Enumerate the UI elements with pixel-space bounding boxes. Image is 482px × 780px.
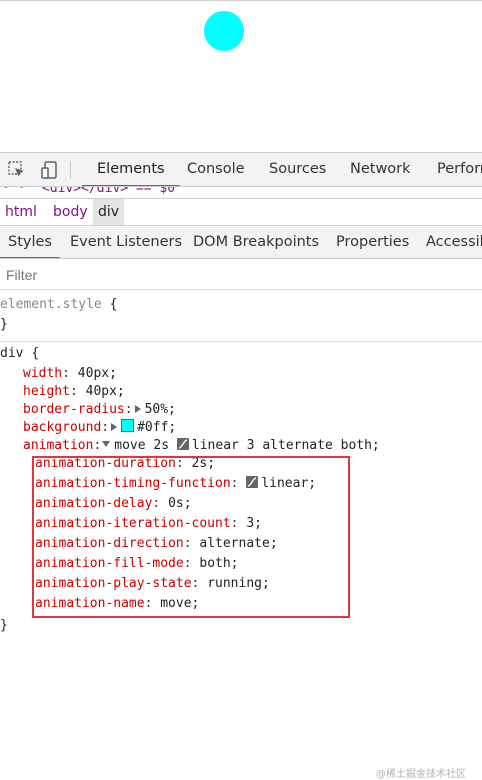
- declaration-animation[interactable]: animation: move 2s linear 3 alternate bot…: [23, 436, 380, 456]
- filter-input[interactable]: [0, 263, 478, 286]
- declaration-border-radius[interactable]: border-radius: 50%;: [23, 400, 176, 420]
- tab-console[interactable]: Console: [172, 153, 260, 186]
- tab-properties[interactable]: Properties: [328, 227, 417, 258]
- page-viewport: [0, 0, 482, 152]
- element-style-selector: element.style: [0, 297, 102, 312]
- tab-sources[interactable]: Sources: [254, 153, 341, 186]
- div-rule-header: div {: [0, 346, 40, 361]
- breadcrumb-div[interactable]: div: [93, 199, 125, 225]
- inspect-element-icon[interactable]: [7, 160, 27, 180]
- expand-triangle-icon[interactable]: [134, 405, 141, 413]
- dom-ellipsis: • •: [2, 187, 26, 195]
- tab-network[interactable]: Network: [335, 153, 426, 186]
- styles-sidebar-tabs: Styles Event Listeners DOM Breakpoints P…: [0, 227, 482, 259]
- selected-dom-node[interactable]: <div></div> == $0: [42, 187, 175, 196]
- devtools-panel: Elements Console Sources Network Perform…: [0, 152, 482, 780]
- tab-performance[interactable]: Performance: [422, 153, 482, 186]
- declaration-background[interactable]: background: #0ff;: [23, 418, 176, 438]
- element-style-rule: element.style { }: [0, 291, 482, 342]
- highlight-annotation-box: [32, 456, 350, 618]
- div-rule-close: }: [0, 618, 8, 633]
- tab-styles[interactable]: Styles: [0, 227, 60, 258]
- easing-editor-icon[interactable]: [176, 438, 189, 450]
- toolbar-separator: [70, 161, 71, 179]
- tab-event-listeners[interactable]: Event Listeners: [62, 227, 190, 258]
- device-toolbar-icon[interactable]: [40, 160, 60, 180]
- color-swatch-icon[interactable]: [121, 419, 135, 432]
- tab-elements[interactable]: Elements: [82, 153, 180, 186]
- animated-circle: [204, 11, 244, 51]
- declaration-width[interactable]: width: 40px;: [23, 364, 117, 384]
- breadcrumb-body[interactable]: body: [48, 199, 93, 225]
- element-style-header: element.style {: [0, 297, 118, 312]
- breadcrumb: html body div: [0, 198, 482, 226]
- breadcrumb-html[interactable]: html: [0, 199, 42, 225]
- tab-accessibility[interactable]: Accessibility: [418, 227, 482, 258]
- element-style-close: }: [0, 317, 8, 332]
- expand-triangle-icon[interactable]: [111, 423, 118, 431]
- styles-filter-bar: [0, 260, 482, 290]
- devtools-main-toolbar: Elements Console Sources Network Perform…: [0, 152, 482, 187]
- collapse-triangle-icon[interactable]: [102, 441, 111, 447]
- dom-tree-peek: • • <div></div> == $0: [0, 187, 482, 196]
- declaration-height[interactable]: height: 40px;: [23, 382, 125, 402]
- tab-dom-breakpoints[interactable]: DOM Breakpoints: [185, 227, 327, 258]
- div-selector[interactable]: div: [0, 346, 23, 361]
- watermark: @稀土掘金技术社区: [376, 769, 466, 780]
